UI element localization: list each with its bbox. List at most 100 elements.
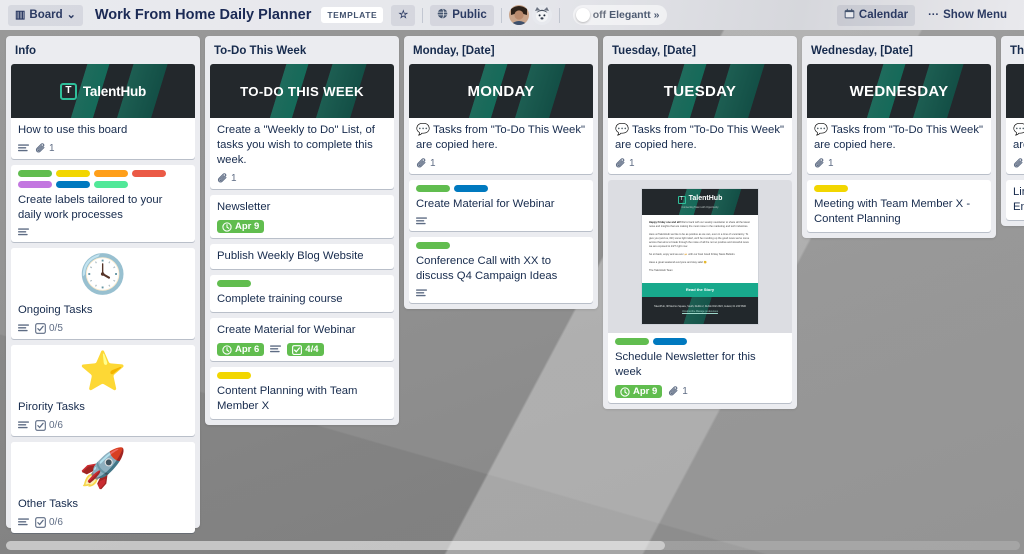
badge-attachment: 1 (668, 386, 688, 397)
card-body: Publish Weekly Blog Website (210, 244, 394, 269)
newsletter-p2: Here at TalentHub we like to be as posit… (649, 233, 750, 249)
card-title: Content Planning with Team Member X (217, 385, 358, 413)
newsletter-footer-links[interactable]: Unsubscribe Manage preferences (682, 310, 718, 313)
card-body: Complete training course (210, 275, 394, 312)
board-card[interactable]: Newsletter Apr 9 (210, 195, 394, 239)
card-label-purple[interactable] (18, 181, 52, 189)
card-label-blue[interactable] (56, 181, 90, 189)
board-card[interactable]: T TalentHub How to use this board 1 (11, 64, 195, 160)
avatar-member-1[interactable] (508, 5, 529, 25)
board-lists-container[interactable]: Info T TalentHub How to use this board 1 Crea… (0, 30, 1024, 554)
board-card[interactable]: Meeting with Team Member X - Content Pla… (807, 180, 991, 233)
board-card[interactable]: Conference Call with XX to discuss Q4 Ca… (409, 237, 593, 304)
chevron-down-icon: ⌄ (66, 8, 76, 21)
board-card[interactable]: Publish Weekly Blog Website (210, 244, 394, 270)
list-title[interactable]: Monday, [Date] (409, 42, 593, 64)
scrollbar-thumb[interactable] (6, 541, 666, 550)
badge-due-date[interactable]: Apr 9 (615, 385, 663, 399)
list-title[interactable]: Info (11, 42, 195, 64)
card-body: Conference Call with XX to discuss Q4 Ca… (409, 237, 593, 303)
card-labels (416, 242, 586, 250)
card-label-blue[interactable] (454, 185, 488, 193)
board-card[interactable]: 🚀 Other Tasks 0/6 (11, 442, 195, 534)
show-menu-button[interactable]: ··· Show Menu (921, 5, 1014, 26)
badge-checklist-count: 0/5 (49, 323, 63, 335)
board-card[interactable]: Complete training course (210, 275, 394, 313)
visibility-button[interactable]: Public (430, 4, 494, 26)
calendar-button[interactable]: Calendar (836, 4, 916, 26)
card-cover-text: TO-DO THIS WEEK (240, 83, 364, 99)
card-label-yellow[interactable] (56, 170, 90, 178)
board-card[interactable]: THURSDAY 💬 Tasks from "To-Do This Week" a… (1006, 64, 1024, 175)
card-title: Meeting with Team Member X - Content Pla… (814, 198, 971, 226)
board-card[interactable]: LinkedIn Post about Employee Engagement (1006, 180, 1024, 221)
badge-due-date[interactable]: Apr 6 (217, 343, 265, 357)
newsletter-p3: So sit back, enjoy and as ever 🍻 with ou… (649, 253, 736, 257)
newsletter-cta-button[interactable]: Read the Story (642, 283, 758, 298)
card-body: Create Material for Webinar Apr 6 4/4 (210, 318, 394, 361)
horizontal-scrollbar[interactable] (6, 541, 1020, 550)
card-label-red[interactable] (132, 170, 166, 178)
card-label-yellow[interactable] (814, 185, 848, 193)
card-cover-emoji: 🚀 (11, 442, 195, 493)
badge-attachment: 1 (35, 143, 55, 154)
card-labels (416, 185, 586, 193)
board-card[interactable]: TUESDAY 💬 Tasks from "To-Do This Week" ar… (608, 64, 792, 175)
card-body: Pirority Tasks 0/6 (11, 395, 195, 436)
board-card[interactable]: Content Planning with Team Member X (210, 367, 394, 420)
board-card[interactable]: Create labels tailored to your daily wor… (11, 165, 195, 243)
header-right-actions: Calendar ··· Show Menu (836, 4, 1014, 26)
card-title: Create a "Weekly to Do" List, of tasks y… (217, 124, 375, 167)
card-badges (416, 217, 586, 226)
list-title[interactable]: Wednesday, [Date] (807, 42, 991, 64)
elegantt-toggle[interactable]: off Elegantt » (572, 5, 668, 25)
avatar-member-2[interactable] (531, 5, 552, 25)
card-badges: Apr 9 1 (615, 385, 785, 399)
card-attachment-preview: T TalentHub Connecting Talent with Opportu… (608, 180, 792, 334)
card-label-green[interactable] (615, 338, 649, 346)
card-title: Create labels tailored to your daily wor… (18, 194, 163, 222)
card-badges: 1 (18, 143, 188, 154)
badge-attachment-count: 1 (231, 173, 237, 185)
badge-attachment-count: 1 (629, 158, 635, 170)
card-badges: Apr 6 4/4 (217, 343, 387, 357)
board-switcher-button[interactable]: ▥ Board ⌄ (8, 4, 83, 26)
board-app: ▥ Board ⌄ Work From Home Daily Planner T… (0, 0, 1024, 554)
list-title[interactable]: Tuesday, [Date] (608, 42, 792, 64)
badge-checklist: 0/6 (35, 420, 63, 431)
card-label-blue[interactable] (653, 338, 687, 346)
badge-due-date[interactable]: Apr 9 (217, 220, 265, 234)
board-card[interactable]: TO-DO THIS WEEK Create a "Weekly to Do" L… (210, 64, 394, 190)
card-title: 💬 Tasks from "To-Do This Week" are copie… (1013, 124, 1024, 152)
card-cover-banner: MONDAY (409, 64, 593, 118)
board-card[interactable]: Create Material for Webinar Apr 6 4/4 (210, 318, 394, 362)
card-label-orange[interactable] (94, 170, 128, 178)
board-card[interactable]: ⭐ Pirority Tasks 0/6 (11, 345, 195, 437)
badge-attachment-count: 1 (828, 158, 834, 170)
card-label-yellow[interactable] (217, 372, 251, 380)
card-label-green[interactable] (217, 280, 251, 288)
board-card[interactable]: MONDAY 💬 Tasks from "To-Do This Week" are… (409, 64, 593, 175)
card-cover-text: WEDNESDAY (849, 82, 949, 100)
board-card[interactable]: 🕓 Ongoing Tasks 0/5 (11, 248, 195, 340)
board-switcher-label: Board (29, 9, 63, 21)
card-label-green[interactable] (416, 185, 450, 193)
board-card[interactable]: Create Material for Webinar (409, 180, 593, 232)
newsletter-preview: T TalentHub Connecting Talent with Opportu… (641, 188, 759, 326)
elegantt-expand-icon[interactable]: » (654, 9, 660, 21)
card-label-green[interactable] (18, 170, 52, 178)
card-label-lime[interactable] (94, 181, 128, 189)
card-title: How to use this board (18, 124, 128, 136)
card-label-green[interactable] (416, 242, 450, 250)
star-board-button[interactable]: ☆ (391, 4, 416, 26)
list-title[interactable]: To-Do This Week (210, 42, 394, 64)
badge-description (416, 217, 427, 226)
board-card[interactable]: T TalentHub Connecting Talent with Opportu… (608, 180, 792, 404)
board-card[interactable]: WEDNESDAY 💬 Tasks from "To-Do This Week" … (807, 64, 991, 175)
badge-attachment: 1 (217, 173, 237, 184)
card-title: Publish Weekly Blog Website (217, 250, 364, 263)
card-title: 💬 Tasks from "To-Do This Week" are copie… (615, 124, 784, 152)
more-dots-icon: ··· (928, 8, 940, 21)
list-title[interactable]: Thursday, [Date] (1006, 42, 1024, 64)
elegantt-toggle-knob[interactable] (575, 8, 590, 22)
